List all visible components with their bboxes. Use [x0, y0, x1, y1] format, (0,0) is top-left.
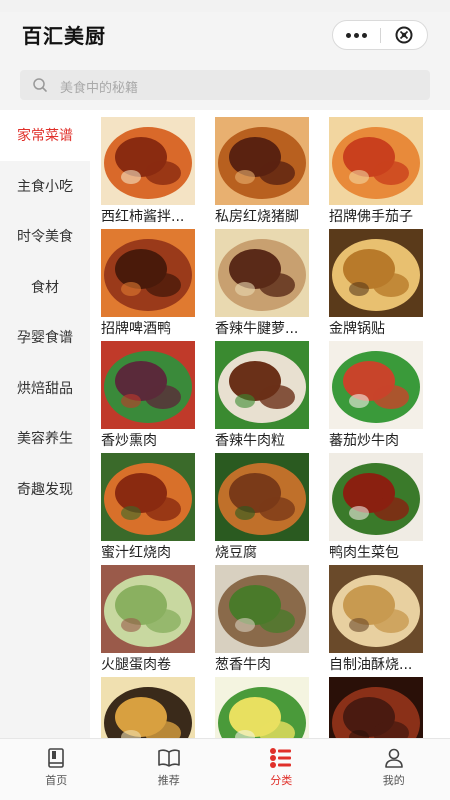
recipe-image — [329, 341, 423, 429]
recipe-title: 香炒熏肉 — [101, 433, 157, 449]
app-title: 百汇美厨 — [22, 24, 106, 48]
close-button[interactable] — [381, 21, 427, 49]
user-icon — [384, 748, 403, 768]
search-area: 美食中的秘籍 — [0, 56, 450, 110]
recipe-card[interactable]: 蜜汁红烧肉 — [101, 453, 195, 565]
recipe-image — [101, 117, 195, 205]
recipe-card[interactable]: 蕃茄炒牛肉 — [329, 341, 423, 453]
title-bar: 百汇美厨 — [0, 12, 450, 56]
recipe-title: 火腿蛋肉卷 — [101, 657, 171, 673]
recipe-image — [215, 565, 309, 653]
close-circle-icon — [395, 26, 413, 44]
recipe-card[interactable]: 私房红烧猪脚 — [215, 117, 309, 229]
recipe-title: 招牌啤酒鸭 — [101, 321, 171, 337]
recipe-card[interactable]: 西红柿酱拌... — [101, 117, 195, 229]
recipe-title: 自制油酥烧... — [329, 657, 413, 673]
recipe-card[interactable]: 香辣牛肉粒 — [215, 341, 309, 453]
recipe-title: 香辣牛肉粒 — [215, 433, 285, 449]
recipe-title: 招牌佛手茄子 — [329, 209, 413, 225]
recipe-title: 烧豆腐 — [215, 545, 257, 561]
recipe-image — [101, 453, 195, 541]
recipe-card[interactable] — [101, 677, 195, 738]
recipe-image — [329, 677, 423, 738]
recipe-image — [329, 565, 423, 653]
recipe-title: 西红柿酱拌... — [101, 209, 185, 225]
recipe-title: 香辣牛腱萝... — [215, 321, 299, 337]
tab-category[interactable]: 分类 — [225, 739, 338, 800]
status-bar — [0, 0, 450, 12]
more-button[interactable] — [333, 21, 380, 49]
recipe-image — [101, 229, 195, 317]
more-dots-icon — [346, 32, 351, 38]
sidebar-item-label: 食材 — [31, 279, 59, 296]
sidebar-item-health[interactable]: 美容养生 — [0, 413, 90, 464]
recipe-card[interactable]: 葱香牛肉 — [215, 565, 309, 677]
sidebar-item-label: 孕婴食谱 — [17, 330, 73, 347]
recipe-image — [101, 677, 195, 738]
recipe-image — [329, 453, 423, 541]
recipe-title: 蜜汁红烧肉 — [101, 545, 171, 561]
recipe-card[interactable]: 自制油酥烧... — [329, 565, 423, 677]
tab-label: 我的 — [382, 774, 405, 787]
tab-label: 首页 — [45, 774, 68, 787]
tab-recommend[interactable]: 推荐 — [113, 739, 226, 800]
book-icon — [48, 748, 65, 768]
recipe-card[interactable]: 烧豆腐 — [215, 453, 309, 565]
recipe-image — [215, 677, 309, 738]
sidebar-item-home-recipes[interactable]: 家常菜谱 — [0, 110, 90, 161]
sidebar-item-label: 时令美食 — [17, 229, 73, 246]
category-list-icon — [270, 748, 292, 768]
sidebar-item-discover[interactable]: 奇趣发现 — [0, 464, 90, 515]
sidebar-item-label: 美容养生 — [17, 431, 73, 448]
miniprogram-capsule — [332, 20, 428, 50]
category-sidebar: 家常菜谱 主食小吃 时令美食 食材 孕婴食谱 烘焙甜品 美容养生 奇趣发现 — [0, 110, 90, 738]
recipe-image — [215, 341, 309, 429]
sidebar-item-label: 烘焙甜品 — [17, 380, 73, 397]
sidebar-item-staples-snacks[interactable]: 主食小吃 — [0, 161, 90, 212]
recipe-image — [101, 565, 195, 653]
sidebar-item-label: 奇趣发现 — [17, 481, 73, 498]
bottom-tab-bar: 首页 推荐 分类 我的 — [0, 738, 450, 800]
recipe-image — [215, 229, 309, 317]
sidebar-item-baby-recipes[interactable]: 孕婴食谱 — [0, 312, 90, 363]
recipe-image — [329, 117, 423, 205]
recipe-card[interactable]: 香辣牛腱萝... — [215, 229, 309, 341]
tab-home[interactable]: 首页 — [0, 739, 113, 800]
more-dot — [354, 32, 359, 38]
sidebar-item-ingredients[interactable]: 食材 — [0, 262, 90, 313]
recipe-image — [215, 453, 309, 541]
recipe-title: 蕃茄炒牛肉 — [329, 433, 399, 449]
sidebar-item-seasonal[interactable]: 时令美食 — [0, 211, 90, 262]
recipe-title: 金牌锅贴 — [329, 321, 385, 337]
search-input[interactable]: 美食中的秘籍 — [20, 70, 430, 100]
search-placeholder: 美食中的秘籍 — [60, 81, 139, 96]
sidebar-item-label: 主食小吃 — [17, 178, 73, 195]
recipe-card[interactable]: 香炒熏肉 — [101, 341, 195, 453]
open-book-icon — [157, 749, 180, 767]
recipe-title: 鸭肉生菜包 — [329, 545, 399, 561]
recipe-card[interactable]: 金牌锅贴 — [329, 229, 423, 341]
recipe-image — [329, 229, 423, 317]
recipe-card[interactable]: 火腿蛋肉卷 — [101, 565, 195, 677]
recipe-image — [101, 341, 195, 429]
sidebar-item-label: 家常菜谱 — [17, 128, 73, 145]
recipe-grid-area: 西红柿酱拌... 私房红烧猪脚 招牌佛手茄子招牌啤酒鸭 香辣牛腱萝... 金牌锅贴香炒熏… — [90, 110, 450, 738]
tab-label: 分类 — [270, 774, 293, 787]
tab-mine[interactable]: 我的 — [338, 739, 450, 800]
sidebar-item-baking[interactable]: 烘焙甜品 — [0, 363, 90, 414]
recipe-card[interactable]: 招牌佛手茄子 — [329, 117, 423, 229]
recipe-card[interactable]: 招牌啤酒鸭 — [101, 229, 195, 341]
tab-label: 推荐 — [157, 774, 180, 787]
search-icon — [33, 78, 47, 92]
recipe-card[interactable] — [215, 677, 309, 738]
more-dot — [362, 32, 367, 38]
recipe-card[interactable]: 鸭肉生菜包 — [329, 453, 423, 565]
recipe-title: 私房红烧猪脚 — [215, 209, 299, 225]
recipe-title: 葱香牛肉 — [215, 657, 271, 673]
recipe-card[interactable] — [329, 677, 423, 738]
recipe-image — [215, 117, 309, 205]
